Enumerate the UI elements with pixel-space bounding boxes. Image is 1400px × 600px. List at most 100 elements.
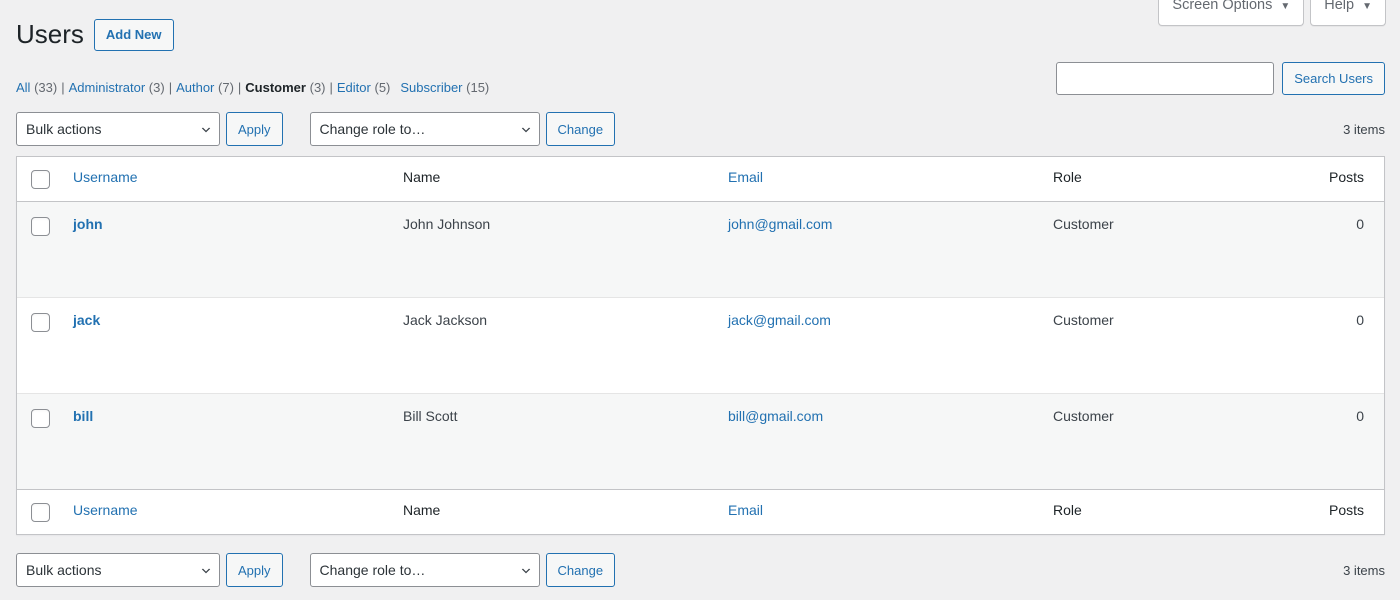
bulk-actions-bottom: Bulk actions Apply Change role to… Chang… — [16, 553, 616, 587]
bulk-actions-select-bottom[interactable]: Bulk actions — [16, 553, 220, 587]
column-footer-email-label[interactable]: Email — [728, 502, 763, 518]
role-cell: Customer — [1043, 393, 1288, 490]
change-role-value-bottom: Change role to… — [319, 562, 426, 578]
username-link[interactable]: jack — [73, 312, 100, 328]
column-header-username-label[interactable]: Username — [73, 169, 138, 185]
role-filter-administrator[interactable]: Administrator — [69, 80, 146, 95]
change-role-select-bottom[interactable]: Change role to… — [309, 553, 540, 587]
table-row: jack Jack Jackson jack@gmail.com Customer 0 — [17, 297, 1384, 394]
email-cell: john@gmail.com — [718, 202, 1043, 298]
role-filter-subscriber[interactable]: Subscriber — [400, 80, 462, 95]
row-select-cell — [17, 202, 63, 298]
name-cell: Bill Scott — [393, 393, 718, 490]
screen-options-label: Screen Options — [1172, 0, 1273, 13]
search-input[interactable] — [1056, 62, 1275, 95]
search-box: Search Users — [1056, 62, 1385, 95]
column-footer-email[interactable]: Email — [718, 489, 1043, 534]
column-footer-role-label: Role — [1053, 502, 1082, 518]
table-body: john John Johnson john@gmail.com Customer 0 j… — [17, 201, 1384, 490]
bulk-actions-top: Bulk actions Apply Change role to… Chang… — [16, 112, 616, 146]
table-row: john John Johnson john@gmail.com Customer 0 — [17, 201, 1384, 298]
posts-value: 0 — [1356, 216, 1364, 232]
posts-value: 0 — [1356, 408, 1364, 424]
apply-button-bottom[interactable]: Apply — [226, 553, 283, 587]
add-new-button[interactable]: Add New — [93, 18, 174, 52]
column-header-posts: Posts — [1288, 157, 1384, 202]
change-role-group-bottom: Change role to… Change — [309, 553, 616, 587]
username-link[interactable]: john — [73, 216, 103, 232]
name-cell: John Johnson — [393, 202, 718, 298]
role-value: Customer — [1053, 408, 1114, 424]
change-role-button-bottom[interactable]: Change — [545, 553, 616, 587]
select-all-checkbox-top[interactable] — [31, 170, 50, 189]
column-header-posts-label: Posts — [1328, 169, 1364, 185]
column-header-email[interactable]: Email — [718, 157, 1043, 202]
role-filter-count-author: (7) — [218, 80, 234, 95]
column-header-role-label: Role — [1053, 169, 1082, 185]
posts-cell: 0 — [1288, 202, 1384, 298]
row-checkbox[interactable] — [31, 409, 50, 428]
email-cell: bill@gmail.com — [718, 393, 1043, 490]
name-value: Bill Scott — [403, 408, 458, 424]
column-footer-posts: Posts — [1288, 489, 1384, 534]
users-list-table: Username Name Email Role Posts john John … — [16, 156, 1385, 535]
tablenav-top: Bulk actions Apply Change role to… Chang… — [16, 110, 1385, 148]
table-row: bill Bill Scott bill@gmail.com Customer 0 — [17, 393, 1384, 490]
name-value: Jack Jackson — [403, 312, 488, 328]
row-checkbox[interactable] — [31, 313, 50, 332]
role-cell: Customer — [1043, 297, 1288, 394]
change-role-select-top[interactable]: Change role to… — [309, 112, 540, 146]
select-all-checkbox-bottom[interactable] — [31, 503, 50, 522]
role-filter-editor[interactable]: Editor — [337, 80, 371, 95]
chevron-down-icon — [200, 565, 211, 575]
screen-options-button[interactable]: Screen Options ▼ — [1158, 0, 1305, 26]
bulk-actions-group-bottom: Bulk actions Apply — [16, 553, 283, 587]
select-all-header — [17, 157, 63, 202]
name-value: John Johnson — [403, 216, 491, 232]
role-filter-list: All (33) | Administrator (3) | Author (7) | Cu… — [16, 78, 489, 99]
select-all-footer — [17, 489, 63, 534]
row-select-cell — [17, 393, 63, 490]
posts-value: 0 — [1356, 312, 1364, 328]
page-header: Users Add New — [16, 18, 174, 52]
posts-cell: 0 — [1288, 393, 1384, 490]
role-filter-all[interactable]: All — [16, 80, 30, 95]
column-footer-name: Name — [393, 489, 718, 534]
row-select-cell — [17, 297, 63, 394]
change-role-button-top[interactable]: Change — [545, 112, 616, 146]
email-link[interactable]: jack@gmail.com — [728, 312, 831, 328]
row-checkbox[interactable] — [31, 217, 50, 236]
column-footer-username-label[interactable]: Username — [73, 502, 138, 518]
displaying-num-top: 3 items — [1343, 121, 1385, 137]
table-header-row: Username Name Email Role Posts — [17, 157, 1384, 202]
role-filter-separator: | — [61, 80, 65, 95]
column-footer-role: Role — [1043, 489, 1288, 534]
search-users-button[interactable]: Search Users — [1282, 62, 1385, 95]
help-label: Help — [1324, 0, 1355, 13]
role-value: Customer — [1053, 216, 1114, 232]
email-link[interactable]: john@gmail.com — [728, 216, 832, 232]
page-title: Users — [16, 19, 84, 49]
chevron-down-icon: ▼ — [1280, 1, 1291, 12]
column-footer-username[interactable]: Username — [63, 489, 393, 534]
bulk-actions-group-top: Bulk actions Apply — [16, 112, 283, 146]
help-button[interactable]: Help ▼ — [1310, 0, 1386, 26]
role-filter-author[interactable]: Author — [176, 80, 214, 95]
bulk-actions-select-top[interactable]: Bulk actions — [16, 112, 220, 146]
displaying-num-bottom: 3 items — [1343, 562, 1385, 578]
role-filter-customer[interactable]: Customer — [245, 80, 306, 95]
role-filter-count-subscriber: (15) — [466, 80, 490, 95]
role-value: Customer — [1053, 312, 1114, 328]
change-role-value-top: Change role to… — [319, 121, 426, 137]
role-filter-separator: | — [237, 80, 242, 95]
column-header-email-label[interactable]: Email — [728, 169, 763, 185]
column-header-username[interactable]: Username — [63, 157, 393, 202]
column-footer-name-label: Name — [403, 502, 441, 518]
column-header-name: Name — [393, 157, 718, 202]
email-link[interactable]: bill@gmail.com — [728, 408, 823, 424]
role-cell: Customer — [1043, 202, 1288, 298]
column-footer-posts-label: Posts — [1328, 502, 1364, 518]
username-cell: john — [63, 202, 393, 298]
username-link[interactable]: bill — [73, 408, 93, 424]
apply-button-top[interactable]: Apply — [226, 112, 283, 146]
